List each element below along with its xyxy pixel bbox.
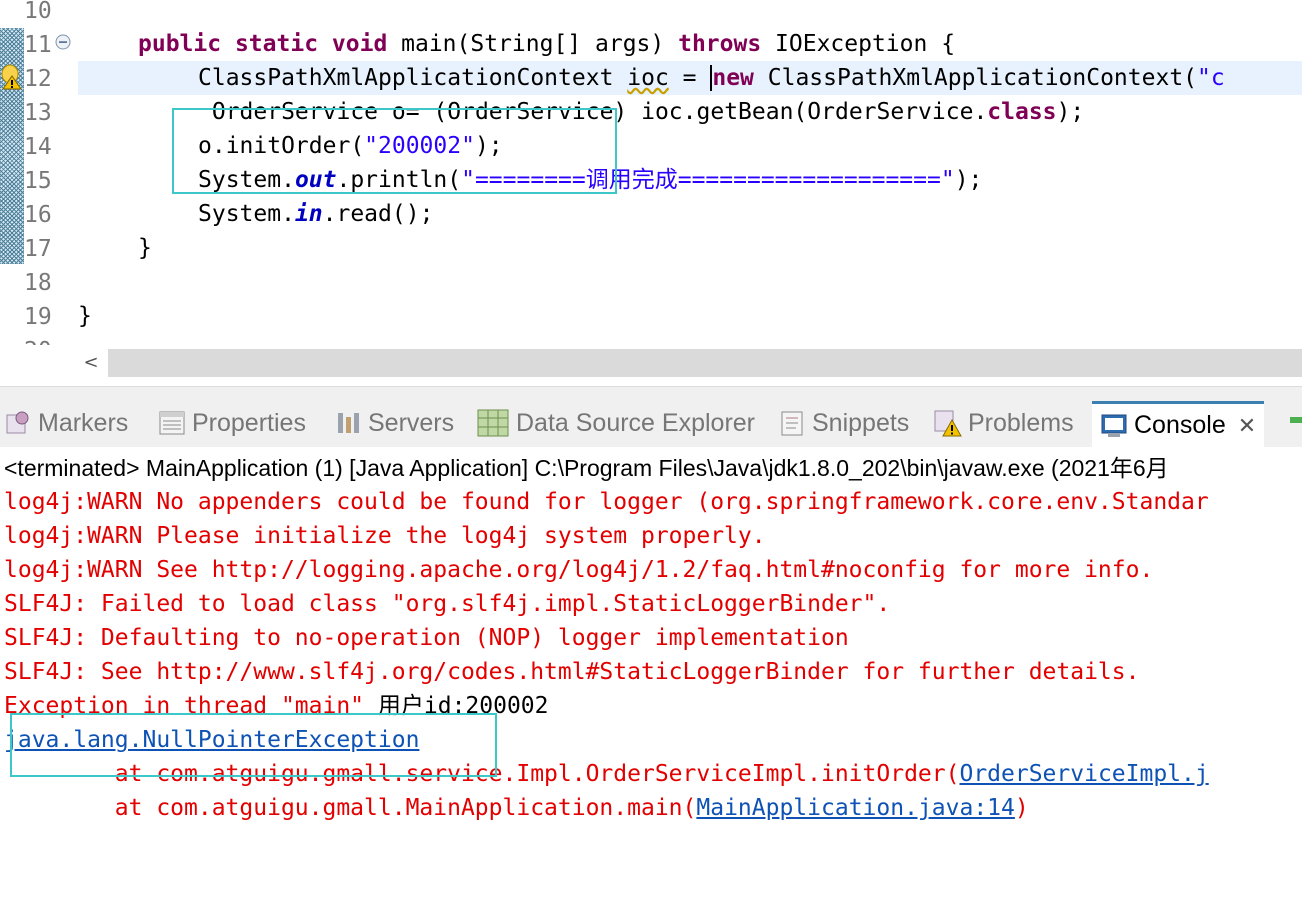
- scroll-left-arrow-icon[interactable]: <: [74, 345, 108, 381]
- minimize-icon[interactable]: [1290, 417, 1302, 423]
- properties-icon: [159, 411, 185, 435]
- line-number: 19: [24, 304, 52, 330]
- tab-problems[interactable]: Problems: [932, 401, 1074, 445]
- annotation-box-exception: [10, 713, 497, 777]
- warning-bulb-icon[interactable]: [0, 64, 22, 90]
- overview-ruler: [0, 0, 24, 345]
- problems-icon: [934, 410, 962, 437]
- code-line-11: public static void main(String[] args) t…: [138, 31, 956, 57]
- stack-trace-link[interactable]: MainApplication.java:14: [696, 795, 1015, 821]
- snippets-icon: [781, 411, 803, 436]
- console-line: log4j:WARN No appenders could be found f…: [4, 489, 1209, 515]
- console-output[interactable]: <terminated> MainApplication (1) [Java A…: [0, 447, 1302, 924]
- tab-properties[interactable]: Properties: [158, 401, 306, 445]
- horizontal-scrollbar[interactable]: <: [0, 345, 1302, 381]
- code-line-17: }: [138, 235, 152, 261]
- console-icon: [1101, 414, 1127, 437]
- collapse-fold-icon[interactable]: [55, 34, 71, 50]
- line-number: 14: [24, 134, 52, 160]
- line-number: 16: [24, 202, 52, 228]
- tab-console[interactable]: Console ✕: [1092, 401, 1265, 447]
- data-source-icon: [477, 409, 509, 437]
- line-number: 12: [24, 66, 52, 92]
- tab-data-source-explorer[interactable]: Data Source Explorer: [476, 401, 755, 445]
- line-number: 10: [24, 0, 52, 24]
- code-editor[interactable]: 10 11 12 13 14 15 16 17 18 19 20 public …: [0, 0, 1302, 383]
- stack-trace-line: at com.atguigu.gmall.MainApplication.mai…: [4, 795, 1029, 821]
- line-number: 11: [24, 32, 52, 58]
- line-number: 13: [24, 100, 52, 126]
- console-line: SLF4J: Defaulting to no-operation (NOP) …: [4, 625, 849, 651]
- servers-icon: [338, 413, 359, 433]
- line-number: 15: [24, 168, 52, 194]
- annotation-box-code: [172, 108, 617, 194]
- tab-markers[interactable]: Markers: [4, 401, 128, 445]
- close-icon[interactable]: ✕: [1238, 413, 1256, 439]
- views-tab-bar: Markers Properties Servers Data Source E…: [0, 386, 1302, 448]
- code-line-19: }: [78, 303, 92, 329]
- code-line-12: ClassPathXmlApplicationContext ioc = new…: [198, 65, 1225, 91]
- console-line: log4j:WARN Please initialize the log4j s…: [4, 523, 766, 549]
- scrollbar-thumb[interactable]: [108, 349, 1302, 377]
- tab-servers[interactable]: Servers: [334, 401, 454, 445]
- tab-snippets[interactable]: Snippets: [778, 401, 909, 445]
- line-number: 18: [24, 270, 52, 296]
- code-line-16: System.in.read();: [198, 201, 434, 227]
- stack-trace-link[interactable]: OrderServiceImpl.j: [959, 761, 1208, 787]
- line-number: 17: [24, 236, 52, 262]
- console-line: SLF4J: Failed to load class "org.slf4j.i…: [4, 591, 891, 617]
- console-line: SLF4J: See http://www.slf4j.org/codes.ht…: [4, 659, 1140, 685]
- console-line: log4j:WARN See http://logging.apache.org…: [4, 557, 1154, 583]
- markers-icon: [6, 411, 29, 434]
- console-process-header: <terminated> MainApplication (1) [Java A…: [4, 455, 1169, 481]
